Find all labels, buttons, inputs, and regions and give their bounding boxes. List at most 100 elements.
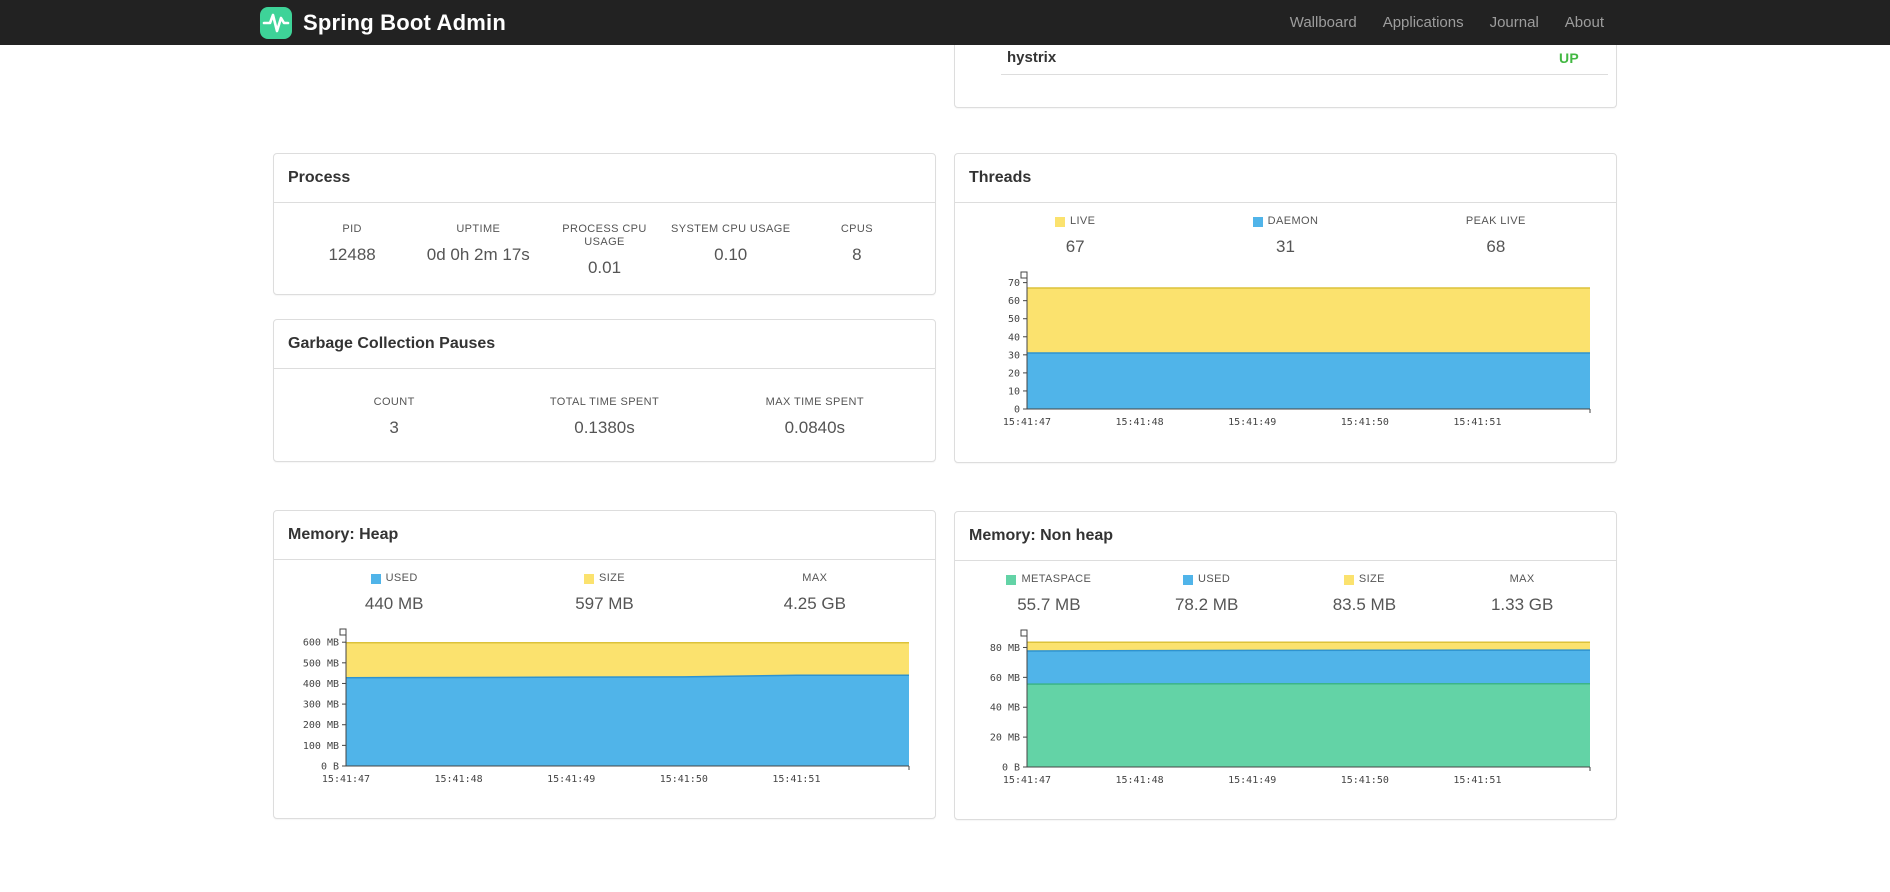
svg-text:500 MB: 500 MB [303,658,339,669]
threads-chart: 0 10 20 30 40 50 60 70 15:41:47 15:41:48 15:41:49 1… [970,267,1601,437]
gc-pauses-panel: Garbage Collection Pauses COUNT 3 TOTAL … [273,319,936,462]
svg-text:80 MB: 80 MB [990,643,1020,654]
brand-title: Spring Boot Admin [303,9,507,35]
stat-value: 78.2 MB [1174,595,1239,614]
svg-text:0 B: 0 B [1002,763,1020,774]
stat-label: METASPACE [1021,573,1092,585]
nav-item-applications[interactable]: Applications [1370,14,1477,31]
svg-text:400 MB: 400 MB [303,679,339,690]
stat-label: SIZE [598,572,626,584]
brand[interactable]: Spring Boot Admin [259,6,506,40]
svg-text:15:41:47: 15:41:47 [322,774,370,785]
svg-text:60 MB: 60 MB [990,673,1020,684]
stat-value: 4.25 GB [783,594,846,613]
stat-label: USED [385,572,418,584]
svg-text:10: 10 [1008,386,1020,397]
memory-nonheap-panel-body: METASPACE 55.7 MB USED 78.2 MB SIZE 83.5… [955,561,1616,819]
stat-threads-daemon: DAEMON 31 [1180,215,1390,257]
stat-nonheap-max: MAX 1.33 GB [1443,573,1601,615]
size-legend-swatch [1343,574,1354,585]
threads-panel-body: LIVE 67 DAEMON 31 PEAK LIVE 68 0 10 20 30 40… [955,203,1616,462]
stat-heap-max: MAX 4.25 GB [710,572,920,614]
stat-value: 67 [1065,237,1085,256]
svg-text:15:41:50: 15:41:50 [1341,417,1389,428]
stat-uptime: UPTIME 0d 0h 2m 17s [415,223,541,265]
health-row-hystrix: hystrix UP [1001,45,1608,75]
nav-links: Wallboard Applications Journal About [1277,14,1617,31]
process-panel-body: PID 12488 UPTIME 0d 0h 2m 17s PROCESS CP… [274,203,935,294]
stat-value: 440 MB [364,594,424,613]
used-legend-swatch [1183,574,1194,585]
main-content: Process PID 12488 UPTIME 0d 0h 2m 17s PR… [0,45,1890,820]
stat-heap-used: USED 440 MB [289,572,499,614]
daemon-legend-swatch [1252,216,1263,227]
stat-label: MAX [1509,573,1535,585]
memory-nonheap-panel-title: Memory: Non heap [955,512,1616,561]
navbar-inner: Spring Boot Admin Wallboard Applications… [260,0,1617,45]
process-panel-title: Process [274,154,935,203]
stat-value: 0.1380s [574,418,635,437]
stat-label: LIVE [1069,215,1096,227]
svg-text:200 MB: 200 MB [303,720,339,731]
stat-label: UPTIME [456,223,501,235]
live-legend-swatch [1054,216,1065,227]
stat-value: 83.5 MB [1332,595,1397,614]
stat-value: 68 [1486,237,1506,256]
svg-text:20: 20 [1008,368,1020,379]
svg-text:15:41:50: 15:41:50 [660,774,708,785]
status-badge: UP [1558,49,1579,66]
stat-nonheap-used: USED 78.2 MB [1128,573,1286,615]
nav-item-about[interactable]: About [1552,14,1617,31]
svg-text:70: 70 [1008,278,1020,289]
stat-label: CPUS [840,223,873,235]
svg-text:15:41:49: 15:41:49 [1228,417,1276,428]
svg-text:15:41:50: 15:41:50 [1341,775,1389,786]
nav-item-journal[interactable]: Journal [1477,14,1552,31]
memory-heap-chart: 0 B 100 MB 200 MB 300 MB 400 MB 500 MB 600 MB 1… [289,624,920,794]
svg-text:600 MB: 600 MB [303,638,339,649]
memory-heap-panel-body: USED 440 MB SIZE 597 MB MAX 4.25 GB 0 B1… [274,560,935,818]
stat-value: 597 MB [575,594,634,613]
svg-text:15:41:48: 15:41:48 [1116,417,1164,428]
stat-label: SIZE [1358,573,1385,585]
gc-pauses-panel-body: COUNT 3 TOTAL TIME SPENT 0.1380s MAX TIM… [274,369,935,461]
svg-text:100 MB: 100 MB [303,741,339,752]
stat-threads-live: LIVE 67 [970,215,1180,257]
stat-label: PID [342,223,362,235]
metaspace-legend-swatch [1006,574,1017,585]
svg-text:15:41:51: 15:41:51 [1453,417,1501,428]
stat-value: 0d 0h 2m 17s [426,245,530,264]
stat-system-cpu-usage: SYSTEM CPU USAGE 0.10 [668,223,794,265]
health-item-name: hystrix [1007,49,1057,66]
svg-text:30: 30 [1008,350,1020,361]
right-column: hystrix UP Threads LIVE 67 DAEMON 31 PEA… [954,45,1617,820]
navbar: Spring Boot Admin Wallboard Applications… [0,0,1890,45]
stat-label: TOTAL TIME SPENT [549,396,660,408]
left-column: Process PID 12488 UPTIME 0d 0h 2m 17s PR… [273,45,936,820]
svg-text:15:41:51: 15:41:51 [772,774,820,785]
svg-text:40: 40 [1008,332,1020,343]
svg-text:60: 60 [1008,296,1020,307]
stat-value: 8 [852,245,862,264]
stat-gc-total-time: TOTAL TIME SPENT 0.1380s [499,396,709,438]
svg-text:0: 0 [1014,405,1020,416]
stat-label: PROCESS CPU USAGE [562,223,647,248]
memory-nonheap-panel: Memory: Non heap METASPACE 55.7 MB USED … [954,511,1617,820]
svg-text:40 MB: 40 MB [990,703,1020,714]
stat-value: 1.33 GB [1490,595,1554,614]
nav-item-wallboard[interactable]: Wallboard [1277,14,1370,31]
stat-label: MAX [802,572,828,584]
svg-text:300 MB: 300 MB [303,700,339,711]
spring-boot-admin-logo-icon [259,6,293,40]
memory-nonheap-chart: 0 B 20 MB 40 MB 60 MB 80 MB 15:41:47 15:41:48 1… [970,625,1601,795]
stat-value: 0.10 [714,245,748,264]
svg-text:20 MB: 20 MB [990,733,1020,744]
stat-value: 55.7 MB [1017,595,1081,614]
svg-text:15:41:47: 15:41:47 [1003,417,1051,428]
svg-text:15:41:48: 15:41:48 [1116,775,1164,786]
stat-label: MAX TIME SPENT [765,396,864,408]
stat-gc-max-time: MAX TIME SPENT 0.0840s [710,396,920,438]
stat-label: DAEMON [1267,215,1319,227]
stat-process-cpu-usage: PROCESS CPU USAGE 0.01 [541,223,667,278]
stat-nonheap-size: SIZE 83.5 MB [1286,573,1444,615]
